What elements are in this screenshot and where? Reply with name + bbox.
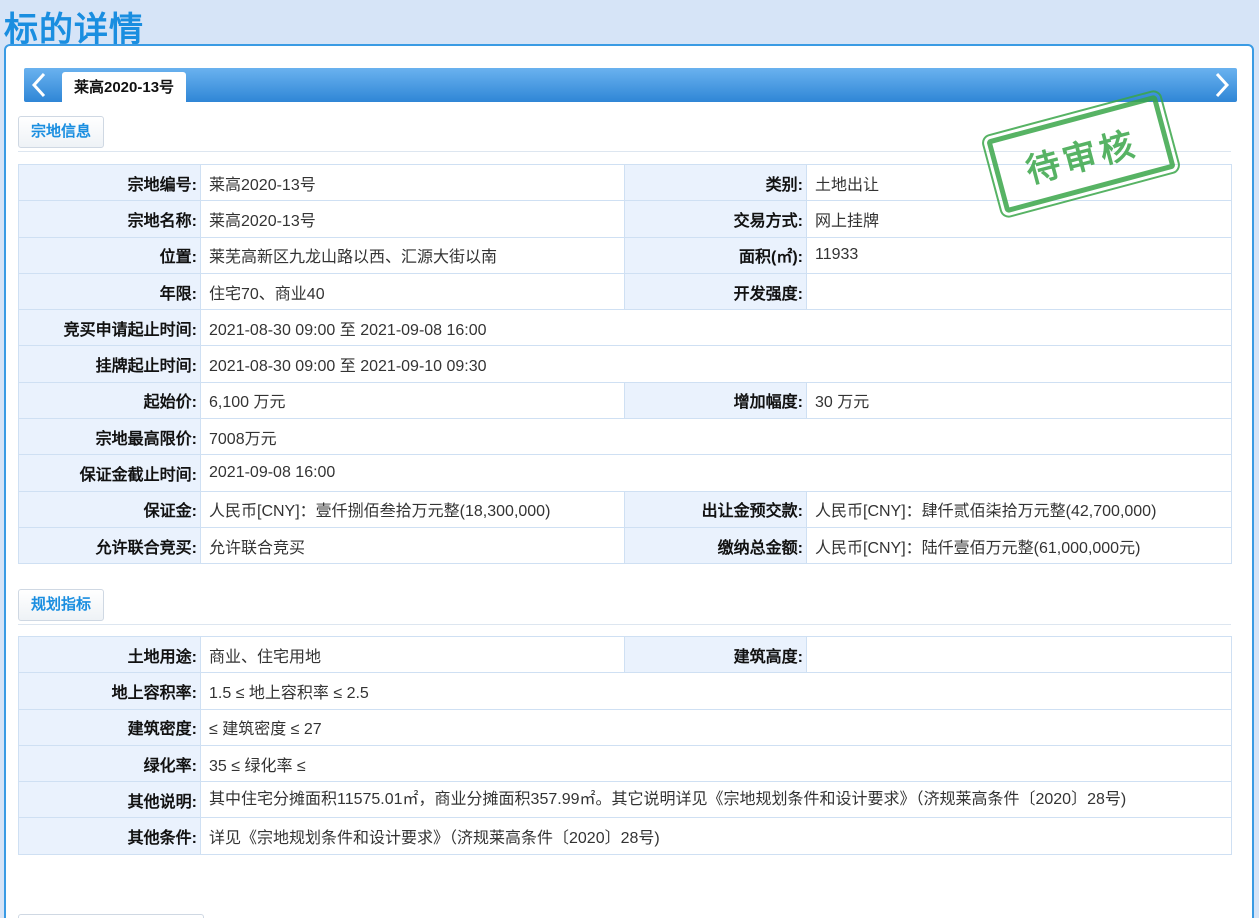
table-row: 年限: 住宅70、商业40 开发强度:	[18, 272, 1232, 311]
field-value: 莱芜高新区九龙山路以西、汇源大街以南	[200, 236, 625, 274]
field-label: 年限:	[18, 272, 201, 311]
field-value: 人民币[CNY]：陆仟壹佰万元整(61,000,000元)	[806, 526, 1232, 565]
table-row: 宗地名称: 莱高2020-13号 交易方式: 网上挂牌	[18, 200, 1232, 238]
next-section-button-edge	[18, 914, 204, 918]
field-label: 允许联合竞买:	[18, 526, 201, 565]
field-value: 住宅70、商业40	[200, 272, 625, 311]
parcel-info-table: 宗地编号: 莱高2020-13号 类别: 土地出让 宗地名称: 莱高2020-13号 交易方…	[18, 163, 1232, 565]
field-value: 11933	[806, 236, 1232, 274]
table-row: 允许联合竞买: 允许联合竞买 缴纳总金额: 人民币[CNY]：陆仟壹佰万元整(61,0…	[18, 526, 1232, 565]
field-label: 建筑高度:	[624, 635, 807, 674]
field-value: 商业、住宅用地	[200, 635, 625, 674]
field-label: 类别:	[624, 163, 807, 202]
field-value: 1.5 ≤ 地上容积率 ≤ 2.5	[200, 672, 1232, 710]
field-value: 30 万元	[806, 381, 1232, 420]
table-row: 保证金截止时间: 2021-09-08 16:00	[18, 454, 1232, 492]
field-value: 允许联合竞买	[200, 526, 625, 565]
prev-arrow-icon[interactable]	[26, 69, 52, 101]
field-label: 位置:	[18, 236, 201, 274]
tab-parcel[interactable]: 莱高2020-13号	[62, 72, 187, 104]
planning-section-header: 规划指标	[18, 589, 1231, 625]
field-label: 宗地名称:	[18, 200, 201, 238]
field-label: 宗地最高限价:	[18, 418, 201, 456]
field-value: 7008万元	[200, 418, 1232, 456]
table-row: 地上容积率: 1.5 ≤ 地上容积率 ≤ 2.5	[18, 672, 1232, 710]
field-label: 开发强度:	[624, 272, 807, 311]
field-label: 保证金:	[18, 490, 201, 528]
field-value: ≤ 建筑密度 ≤ 27	[200, 708, 1232, 746]
table-row: 保证金: 人民币[CNY]：壹仟捌佰叁拾万元整(18,300,000) 出让金预交款…	[18, 490, 1232, 528]
table-row: 土地用途: 商业、住宅用地 建筑高度:	[18, 635, 1232, 674]
field-label: 出让金预交款:	[624, 490, 807, 528]
field-value: 人民币[CNY]：肆仟贰佰柒拾万元整(42,700,000)	[806, 490, 1232, 528]
planning-index-button[interactable]: 规划指标	[18, 589, 105, 621]
field-label: 其他说明:	[18, 781, 201, 819]
field-label: 挂牌起止时间:	[18, 345, 201, 383]
field-label: 增加幅度:	[624, 381, 807, 420]
field-label: 土地用途:	[18, 635, 201, 674]
table-row: 建筑密度: ≤ 建筑密度 ≤ 27	[18, 708, 1232, 746]
field-label: 保证金截止时间:	[18, 454, 201, 492]
table-row: 挂牌起止时间: 2021-08-30 09:00 至 2021-09-10 09:…	[18, 345, 1232, 383]
table-row: 位置: 莱芜高新区九龙山路以西、汇源大街以南 面积(㎡): 11933	[18, 236, 1232, 274]
table-row: 其他说明: 其中住宅分摊面积11575.01㎡，商业分摊面积357.99㎡。其它说…	[18, 781, 1232, 819]
field-label: 建筑密度:	[18, 708, 201, 746]
field-value: 详见《宗地规划条件和设计要求》（济规莱高条件〔2020〕28号)	[200, 817, 1232, 855]
field-label: 地上容积率:	[18, 672, 201, 710]
field-value: 2021-08-30 09:00 至 2021-09-08 16:00	[200, 309, 1232, 347]
field-label: 竞买申请起止时间:	[18, 309, 201, 347]
field-label: 交易方式:	[624, 200, 807, 238]
next-arrow-icon[interactable]	[1209, 69, 1235, 101]
planning-info-table: 土地用途: 商业、住宅用地 建筑高度: 地上容积率: 1.5 ≤ 地上容积率 ≤ 2.5…	[18, 635, 1232, 855]
parcel-info-button[interactable]: 宗地信息	[18, 116, 105, 148]
field-value: 2021-08-30 09:00 至 2021-09-10 09:30	[200, 345, 1232, 383]
table-row: 其他条件: 详见《宗地规划条件和设计要求》（济规莱高条件〔2020〕28号)	[18, 817, 1232, 855]
table-row: 绿化率: 35 ≤ 绿化率 ≤	[18, 744, 1232, 783]
field-value: 其中住宅分摊面积11575.01㎡，商业分摊面积357.99㎡。其它说明详见《宗…	[200, 781, 1232, 819]
field-value: 6,100 万元	[200, 381, 625, 420]
field-label: 缴纳总金额:	[624, 526, 807, 565]
field-value: 人民币[CNY]：壹仟捌佰叁拾万元整(18,300,000)	[200, 490, 625, 528]
field-label: 起始价:	[18, 381, 201, 420]
field-label: 绿化率:	[18, 744, 201, 783]
field-label: 宗地编号:	[18, 163, 201, 202]
field-value: 莱高2020-13号	[200, 163, 625, 202]
field-value: 莱高2020-13号	[200, 200, 625, 238]
table-row: 竞买申请起止时间: 2021-08-30 09:00 至 2021-09-08 1…	[18, 309, 1232, 347]
field-value	[806, 272, 1232, 311]
table-row: 起始价: 6,100 万元 增加幅度: 30 万元	[18, 381, 1232, 420]
table-row: 宗地最高限价: 7008万元	[18, 418, 1232, 456]
field-value: 35 ≤ 绿化率 ≤	[200, 744, 1232, 783]
field-label: 面积(㎡):	[624, 236, 807, 274]
field-value: 2021-09-08 16:00	[200, 454, 1232, 492]
field-value	[806, 635, 1232, 674]
field-label: 其他条件:	[18, 817, 201, 855]
tab-bar: 莱高2020-13号	[24, 68, 1237, 104]
